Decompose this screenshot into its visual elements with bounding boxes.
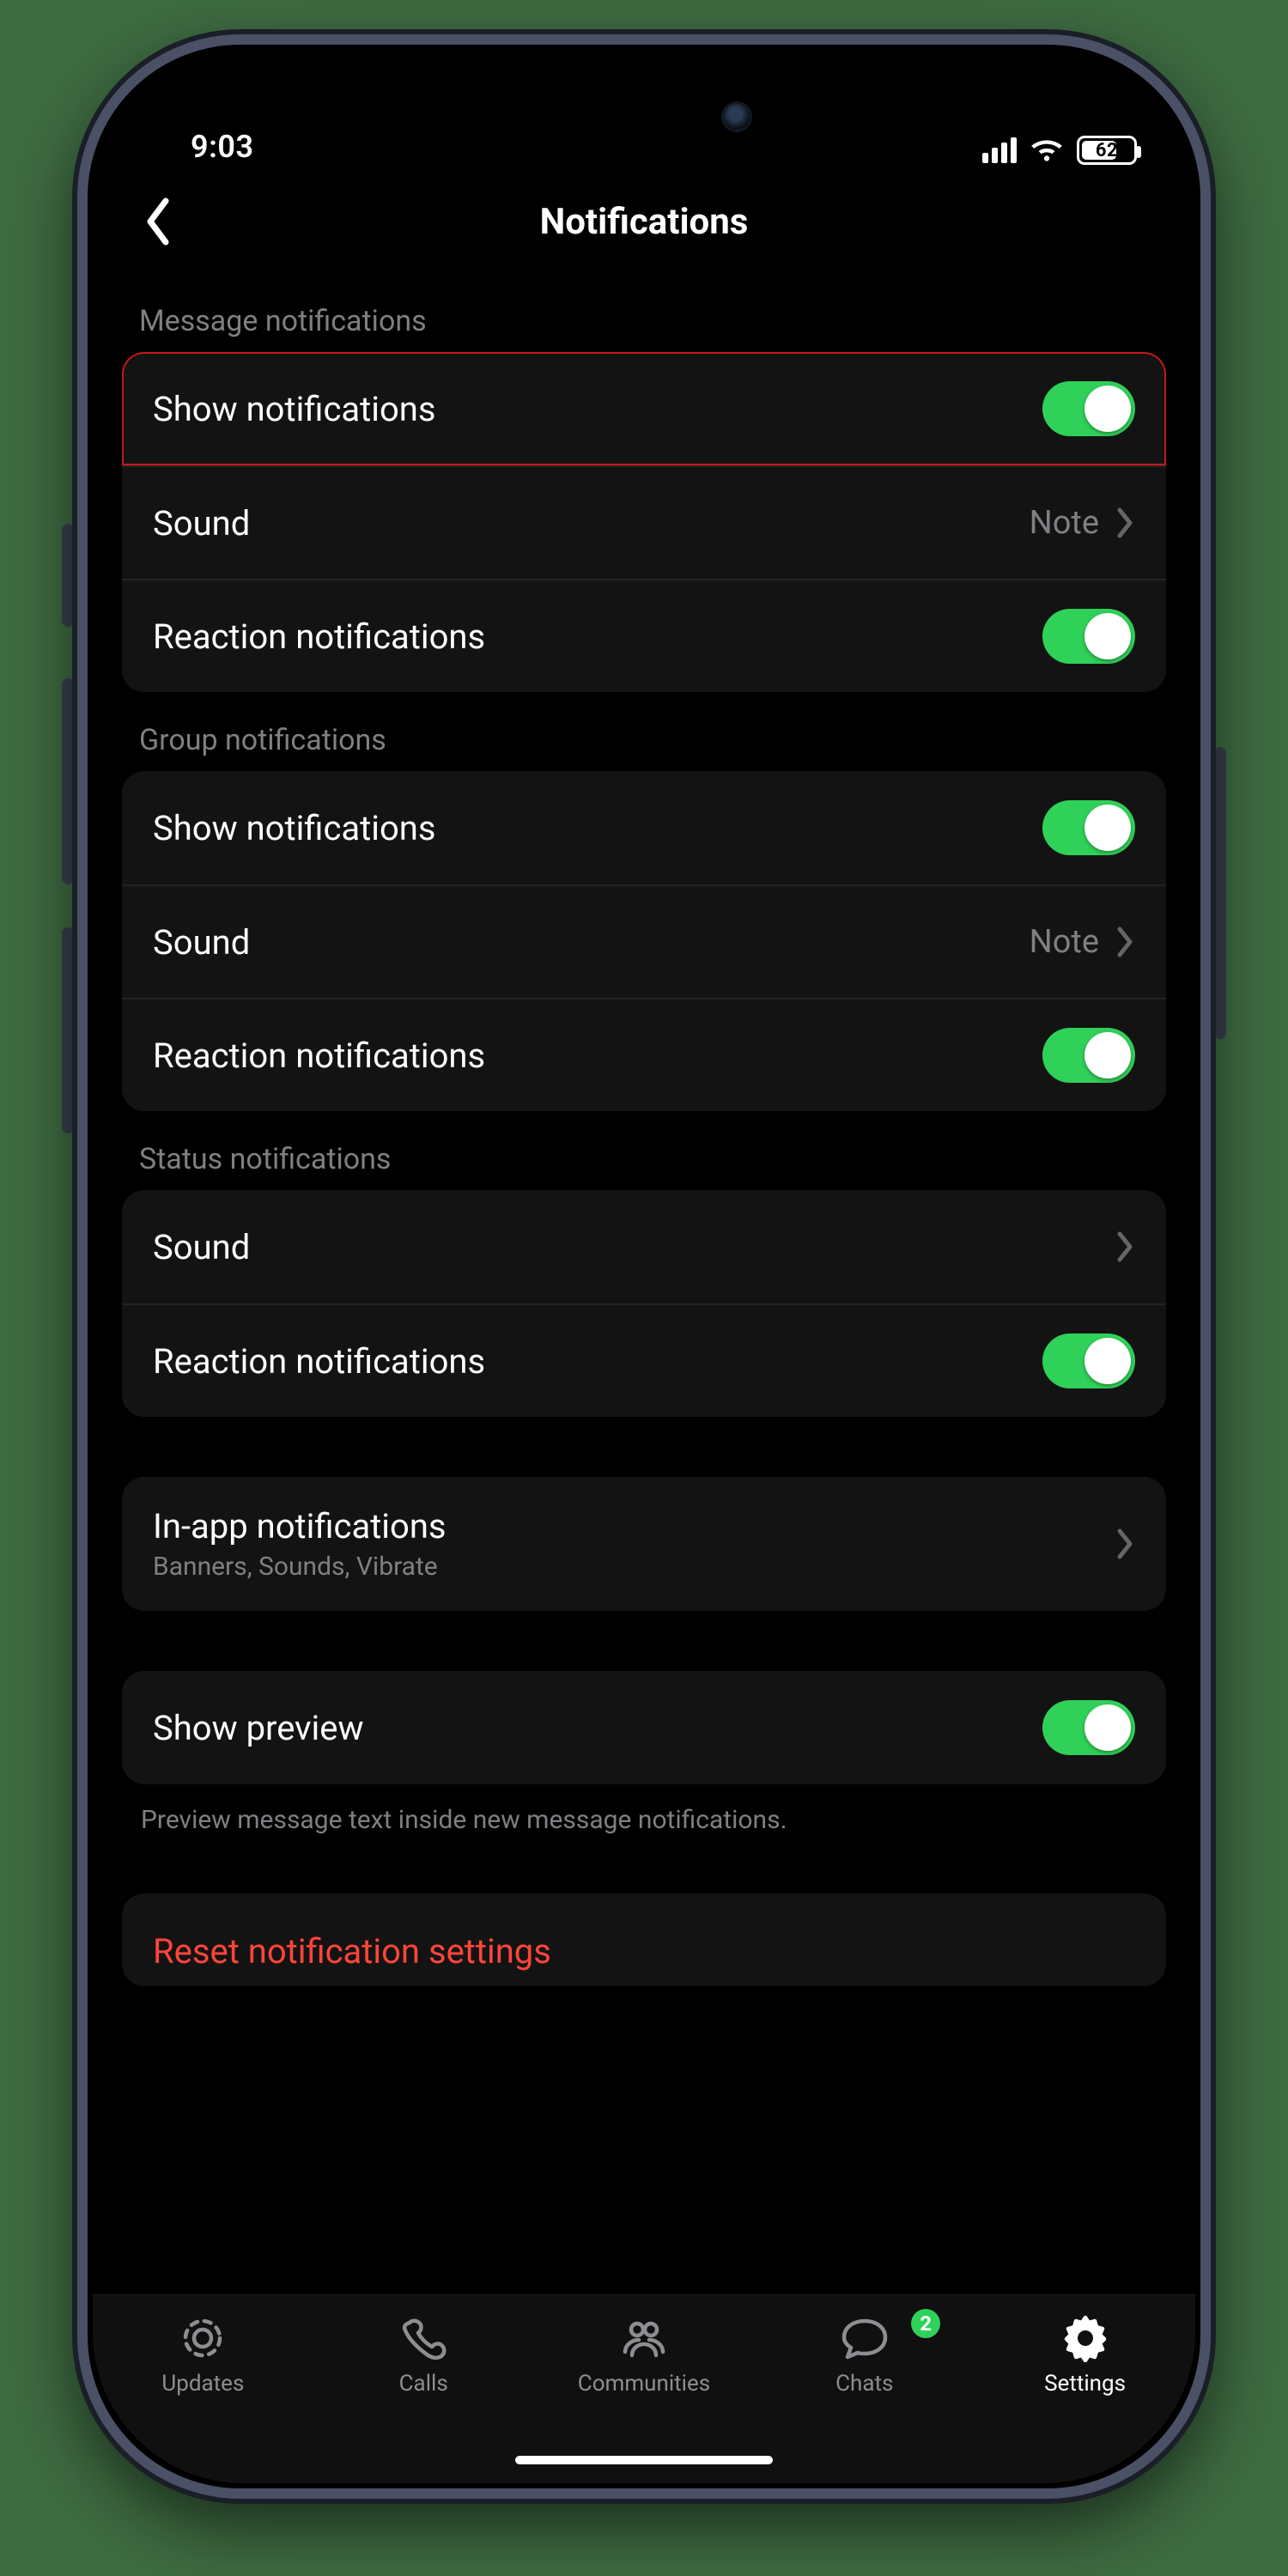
wifi-icon — [1029, 137, 1065, 163]
row-label: Show preview — [153, 1708, 364, 1748]
phone-volume-down — [62, 927, 74, 1133]
section-title-message: Message notifications — [122, 273, 1166, 352]
status-time: 9:03 — [191, 129, 254, 165]
toggle-status-reaction[interactable] — [1042, 1334, 1135, 1388]
group-group: Show notifications Sound Note Reaction n… — [122, 771, 1166, 1111]
battery-icon: 62 — [1077, 136, 1137, 165]
tab-label: Chats — [835, 2371, 893, 2397]
chats-icon — [839, 2314, 890, 2362]
nav-header: Notifications — [93, 170, 1195, 273]
tab-settings[interactable]: Settings — [975, 2314, 1195, 2397]
phone-frame: 9:03 62 Notifications — [77, 34, 1211, 2499]
row-label: Sound — [153, 922, 250, 963]
row-value: Note — [1030, 923, 1099, 961]
toggle-message-show[interactable] — [1042, 381, 1135, 436]
row-label: Reaction notifications — [153, 1036, 485, 1076]
group-preview: Show preview — [122, 1671, 1166, 1784]
row-inapp-notifications[interactable]: In-app notifications Banners, Sounds, Vi… — [122, 1477, 1166, 1611]
updates-icon — [177, 2314, 228, 2362]
home-indicator[interactable] — [515, 2456, 773, 2464]
row-reset-notification-settings[interactable]: Reset notification settings — [122, 1893, 1166, 1986]
tab-label: Calls — [399, 2371, 448, 2397]
row-message-reaction[interactable]: Reaction notifications — [122, 579, 1166, 692]
row-group-sound[interactable]: Sound Note — [122, 884, 1166, 998]
tab-calls[interactable]: Calls — [313, 2314, 534, 2397]
phone-icon — [398, 2314, 449, 2362]
chevron-right-icon — [1115, 1528, 1135, 1560]
screen: 9:03 62 Notifications — [93, 50, 1195, 2483]
tab-updates[interactable]: Updates — [93, 2314, 313, 2397]
row-message-show-notifications[interactable]: Show notifications — [122, 352, 1166, 465]
row-label: Sound — [153, 503, 250, 544]
toggle-group-reaction[interactable] — [1042, 1028, 1135, 1083]
tab-label: Settings — [1044, 2371, 1126, 2397]
row-message-sound[interactable]: Sound Note — [122, 465, 1166, 579]
tab-communities[interactable]: Communities — [534, 2314, 755, 2397]
tab-bar: Updates Calls Communities 2 Chats — [93, 2294, 1195, 2483]
tab-chats[interactable]: 2 Chats — [754, 2314, 975, 2397]
row-label: Reaction notifications — [153, 1341, 485, 1382]
row-label: Reaction notifications — [153, 617, 485, 657]
row-value: Note — [1030, 504, 1099, 542]
section-title-group: Group notifications — [122, 692, 1166, 771]
section-title-status: Status notifications — [122, 1111, 1166, 1190]
group-message: Show notifications Sound Note Reaction n… — [122, 352, 1166, 692]
settings-content: Message notifications Show notifications… — [93, 273, 1195, 2294]
chevron-right-icon — [1115, 926, 1135, 958]
group-inapp: In-app notifications Banners, Sounds, Vi… — [122, 1477, 1166, 1611]
row-label: Show notifications — [153, 389, 436, 429]
phone-silent-switch — [62, 524, 74, 627]
row-status-reaction[interactable]: Reaction notifications — [122, 1303, 1166, 1417]
tab-label: Updates — [161, 2371, 244, 2397]
back-button[interactable] — [132, 196, 184, 247]
row-show-preview[interactable]: Show preview — [122, 1671, 1166, 1784]
chats-badge: 2 — [911, 2309, 940, 2338]
page-title: Notifications — [540, 201, 749, 243]
status-bar: 9:03 62 — [93, 50, 1195, 170]
row-status-sound[interactable]: Sound — [122, 1190, 1166, 1303]
communities-icon — [618, 2314, 670, 2362]
row-label: Reset notification settings — [153, 1931, 551, 1971]
chevron-right-icon — [1115, 1230, 1135, 1263]
gear-icon — [1060, 2314, 1111, 2362]
row-group-reaction[interactable]: Reaction notifications — [122, 998, 1166, 1111]
row-sublabel: Banners, Sounds, Vibrate — [153, 1552, 447, 1582]
toggle-group-show[interactable] — [1042, 800, 1135, 855]
chevron-right-icon — [1115, 507, 1135, 539]
group-status: Sound Reaction notifications — [122, 1190, 1166, 1417]
preview-footer-note: Preview message text inside new message … — [122, 1784, 1166, 1835]
row-group-show-notifications[interactable]: Show notifications — [122, 771, 1166, 884]
row-label: In-app notifications — [153, 1506, 447, 1546]
cellular-signal-icon — [982, 137, 1017, 163]
row-label: Sound — [153, 1227, 250, 1267]
toggle-show-preview[interactable] — [1042, 1700, 1135, 1755]
tab-label: Communities — [578, 2371, 710, 2397]
toggle-message-reaction[interactable] — [1042, 609, 1135, 664]
phone-power-button — [1214, 747, 1226, 1039]
phone-volume-up — [62, 678, 74, 884]
row-label: Show notifications — [153, 808, 436, 848]
battery-percent: 62 — [1079, 140, 1134, 161]
